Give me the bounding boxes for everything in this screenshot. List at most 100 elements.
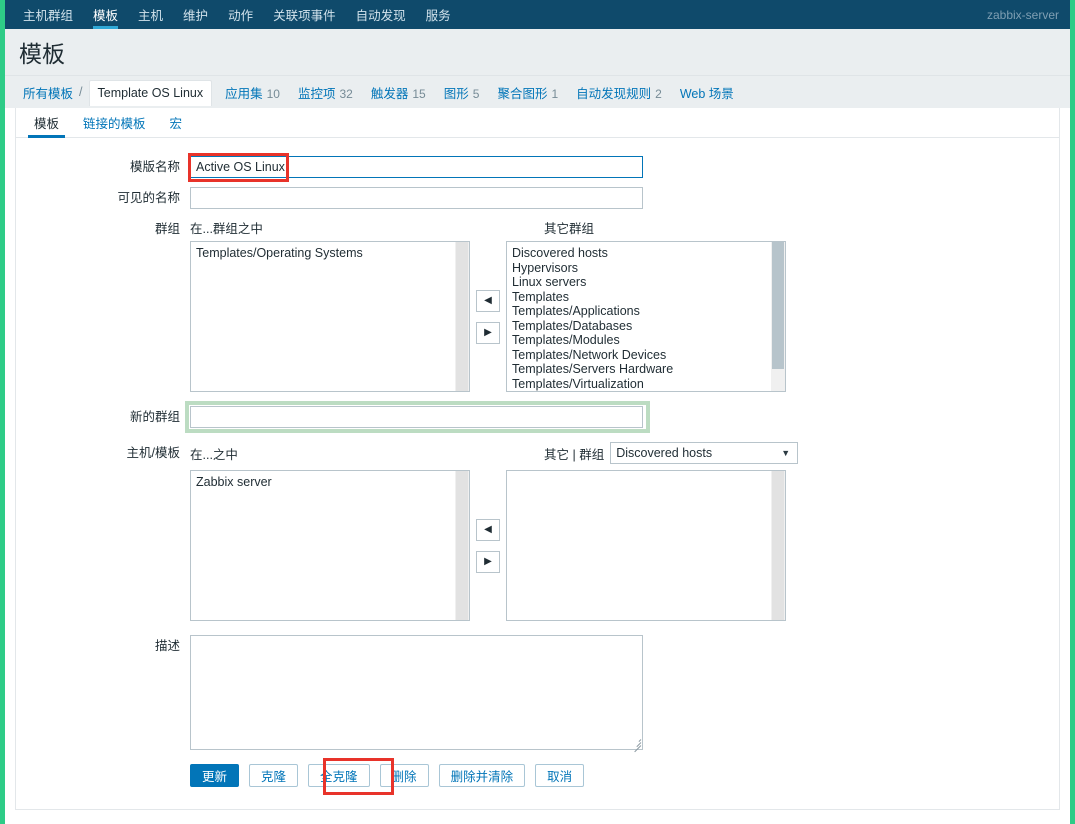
object-tab-label: 触发器 <box>370 86 409 101</box>
tab-template[interactable]: 模板 <box>22 108 71 138</box>
page-title: 模板 <box>19 41 65 67</box>
groups-other-scrollbar[interactable] <box>770 242 785 391</box>
hosts-templates-other-scrollbar[interactable] <box>770 471 785 620</box>
object-tab-count: 2 <box>655 86 662 101</box>
groups-in-scrollbar[interactable] <box>454 242 469 391</box>
description-label: 描述 <box>154 639 180 653</box>
update-button[interactable]: 更新 <box>190 764 240 787</box>
list-item[interactable]: Discovered hosts <box>512 246 767 261</box>
template-name-label: 模版名称 <box>129 160 180 174</box>
groups-other-listbox[interactable]: Discovered hosts Hypervisors Linux serve… <box>506 241 786 392</box>
nav-item-services[interactable]: 服务 <box>416 0 461 29</box>
breadcrumb-all-templates[interactable]: 所有模板 <box>19 83 77 102</box>
clone-button[interactable]: 克隆 <box>249 764 299 787</box>
list-item[interactable]: Templates <box>512 290 767 305</box>
list-item[interactable]: Linux servers <box>512 275 767 290</box>
hosts-templates-label: 主机/模板 <box>126 446 180 460</box>
visible-name-label: 可见的名称 <box>117 191 180 205</box>
arrow-left-icon[interactable]: ◀ <box>476 518 500 541</box>
groups-dual-list: 在...群组之中 其它群组 Templates/Operating System… <box>190 218 786 392</box>
nav-item-maintenance[interactable]: 维护 <box>173 0 218 29</box>
breadcrumb-current-template: Template OS Linux <box>88 80 213 106</box>
object-tab-applications[interactable]: 应用集 10 <box>216 83 289 102</box>
groups-transfer-buttons: ◀ ▶ <box>470 241 506 392</box>
nav-item-label: 服务 <box>425 9 451 23</box>
form-button-row: 更新 克隆 全克隆 删除 删除并清除 取消 <box>190 758 585 795</box>
groups-in-listbox[interactable]: Templates/Operating Systems <box>190 241 470 392</box>
visible-name-input[interactable] <box>190 187 643 209</box>
template-name-input[interactable] <box>190 156 643 178</box>
list-item[interactable]: Zabbix server <box>196 475 451 490</box>
tab-label: 宏 <box>169 117 183 131</box>
scrollbar-thumb[interactable] <box>456 242 468 391</box>
object-tab-graphs[interactable]: 图形 5 <box>435 83 489 102</box>
hosts-templates-in-options: Zabbix server <box>196 475 451 490</box>
object-tab-count: 15 <box>412 86 426 101</box>
hosts-templates-other-caption: 其它 | 群组 <box>544 447 605 462</box>
description-textarea[interactable] <box>190 635 643 750</box>
list-item[interactable]: Templates/Network Devices <box>512 348 767 363</box>
description-field-wrap <box>190 635 643 753</box>
form-row-new-group: 新的群组 <box>16 401 1059 433</box>
nav-item-label: 主机群组 <box>23 9 74 23</box>
new-group-label: 新的群组 <box>129 410 180 424</box>
list-item[interactable]: Templates/Databases <box>512 319 767 334</box>
object-tab-label: 应用集 <box>225 86 263 101</box>
cancel-button[interactable]: 取消 <box>535 764 585 787</box>
groups-dual-captions: 在...群组之中 其它群组 <box>190 218 786 237</box>
arrow-left-icon[interactable]: ◀ <box>476 289 500 312</box>
hosts-templates-other-caption-wrap: 其它 | 群组 Discovered hosts ▼ <box>544 442 799 464</box>
list-item[interactable]: Templates/Operating Systems <box>196 246 451 261</box>
hosts-templates-dual-captions: 在...之中 其它 | 群组 Discovered hosts ▼ <box>190 442 799 464</box>
delete-and-clear-button[interactable]: 删除并清除 <box>438 764 526 787</box>
form-subtab-bar: 模板 链接的模板 宏 <box>16 108 1059 138</box>
nav-item-label: 维护 <box>183 9 209 23</box>
nav-item-host-groups[interactable]: 主机群组 <box>13 0 83 29</box>
hosts-templates-in-scrollbar[interactable] <box>454 471 469 620</box>
object-tab-label: 聚合图形 <box>497 86 548 101</box>
server-name-label: zabbix-server <box>986 7 1059 22</box>
list-item[interactable]: Templates/Modules <box>512 333 767 348</box>
nav-item-actions[interactable]: 动作 <box>218 0 263 29</box>
scrollbar-thumb[interactable] <box>456 471 468 620</box>
hosts-templates-in-listbox[interactable]: Zabbix server <box>190 470 470 621</box>
nav-item-hosts[interactable]: 主机 <box>128 0 173 29</box>
object-tab-discovery-rules[interactable]: 自动发现规则 2 <box>567 83 671 102</box>
form-row-buttons: 更新 克隆 全克隆 删除 删除并清除 取消 <box>16 750 1059 795</box>
object-tab-web-scenarios[interactable]: Web 场景 <box>671 83 747 102</box>
list-item[interactable]: Templates/Servers Hardware <box>512 362 767 377</box>
breadcrumb: 所有模板 / Template OS Linux 应用集 10 监控项 32 触… <box>19 76 747 108</box>
nav-item-discovery[interactable]: 自动发现 <box>346 0 416 29</box>
tab-linked-templates[interactable]: 链接的模板 <box>71 108 158 137</box>
arrow-right-icon[interactable]: ▶ <box>476 550 500 573</box>
chevron-down-icon: ▼ <box>781 448 791 458</box>
object-tab-triggers[interactable]: 触发器 15 <box>362 83 435 102</box>
object-tab-count: 1 <box>551 86 559 101</box>
new-group-input[interactable] <box>190 406 643 428</box>
list-item[interactable]: Templates/Virtualization <box>512 377 767 392</box>
full-clone-button[interactable]: 全克隆 <box>308 764 370 787</box>
list-item[interactable]: Hypervisors <box>512 261 767 276</box>
top-navigation-bar: 主机群组 模板 主机 维护 动作 关联项事件 自动发现 服务 zabbix-se… <box>0 0 1075 29</box>
object-tab-label: 监控项 <box>297 86 336 101</box>
nav-item-event-correlation[interactable]: 关联项事件 <box>263 0 346 29</box>
breadcrumb-separator: / <box>79 85 83 99</box>
page-title-band: 模板 <box>5 29 1070 75</box>
groups-in-caption: 在...群组之中 <box>190 222 263 236</box>
hosts-templates-other-listbox[interactable] <box>506 470 786 621</box>
group-select-value: Discovered hosts <box>616 446 713 460</box>
scrollbar-thumb[interactable] <box>772 242 784 369</box>
object-tab-items[interactable]: 监控项 32 <box>289 83 362 102</box>
nav-item-templates[interactable]: 模板 <box>83 0 128 29</box>
new-group-field-wrap <box>185 401 650 433</box>
delete-button[interactable]: 删除 <box>379 764 429 787</box>
tab-macros[interactable]: 宏 <box>158 108 195 137</box>
left-edge-accent-stripe <box>0 0 5 824</box>
hosts-templates-transfer-buttons: ◀ ▶ <box>470 470 506 621</box>
object-tab-screens[interactable]: 聚合图形 1 <box>488 83 567 102</box>
hosts-templates-group-select[interactable]: Discovered hosts ▼ <box>610 442 799 464</box>
arrow-right-icon[interactable]: ▶ <box>476 321 500 344</box>
list-item[interactable]: Templates/Applications <box>512 304 767 319</box>
nav-item-label: 自动发现 <box>355 9 406 23</box>
scrollbar-thumb[interactable] <box>772 471 784 620</box>
